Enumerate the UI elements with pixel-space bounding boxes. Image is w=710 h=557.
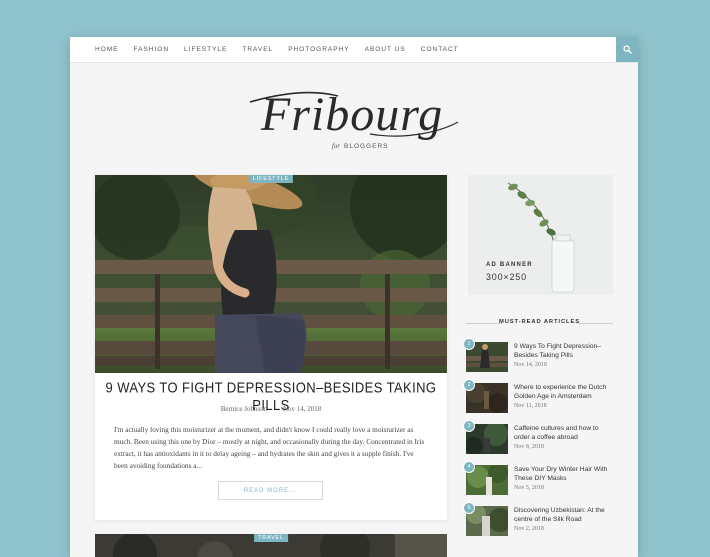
- ad-size: 300×250: [486, 272, 527, 282]
- nav-item-fashion[interactable]: FASHION: [134, 46, 170, 53]
- blog-page: HOME FASHION LIFESTYLE TRAVEL PHOTOGRAPH…: [70, 37, 638, 557]
- article-date: Nov 11, 2018: [514, 403, 547, 409]
- list-item[interactable]: 3 Caffeine cultures and how to order a c…: [463, 420, 616, 454]
- post-image[interactable]: [95, 175, 447, 373]
- list-item[interactable]: 4 Save Your Dry Winter Hair With These D…: [463, 461, 616, 495]
- second-post-category-badge[interactable]: TRAVEL: [254, 534, 288, 542]
- top-navigation: HOME FASHION LIFESTYLE TRAVEL PHOTOGRAPH…: [70, 37, 638, 63]
- ad-banner[interactable]: AD BANNER 300×250: [468, 175, 613, 295]
- list-item[interactable]: 5 Discovering Uzbekistan: At the centre …: [463, 502, 616, 536]
- article-date: Nov 2, 2018: [514, 526, 544, 532]
- article-title[interactable]: Where to experience the Dutch Golden Age…: [514, 383, 614, 401]
- article-title[interactable]: Save Your Dry Winter Hair With These DIY…: [514, 465, 614, 483]
- nav-menu: HOME FASHION LIFESTYLE TRAVEL PHOTOGRAPH…: [95, 37, 474, 62]
- nav-item-contact[interactable]: CONTACT: [421, 46, 459, 53]
- featured-post-card: LIFESTYLE 9 WAYS TO FIGHT DEPRESSION–BES…: [95, 175, 447, 520]
- article-date: Nov 5, 2018: [514, 485, 544, 491]
- site-logo[interactable]: Fribourg for BLOGGERS: [70, 82, 638, 157]
- nav-item-travel[interactable]: TRAVEL: [242, 46, 273, 53]
- logo-title: Fribourg: [260, 88, 443, 141]
- article-number: 1: [463, 338, 475, 350]
- post-date: Nov 14, 2018: [282, 405, 322, 413]
- woman-on-bench-photo: [95, 175, 447, 373]
- second-post-card[interactable]: TRAVEL: [95, 534, 447, 557]
- widget-title: MUST-READ ARTICLES: [498, 319, 581, 325]
- ad-label: AD BANNER: [486, 262, 533, 268]
- article-number: 5: [463, 502, 475, 514]
- article-title[interactable]: Caffeine cultures and how to order a cof…: [514, 424, 614, 442]
- nav-item-home[interactable]: HOME: [95, 46, 119, 53]
- logo-subtitle: BLOGGERS: [344, 143, 388, 150]
- nav-item-about-us[interactable]: ABOUT US: [365, 46, 406, 53]
- must-read-widget-header: MUST-READ ARTICLES: [466, 317, 613, 329]
- post-excerpt: I'm actually loving this moisturizer at …: [114, 425, 425, 470]
- nav-item-photography[interactable]: PHOTOGRAPHY: [288, 46, 349, 53]
- article-date: Nov 14, 2018: [514, 362, 547, 368]
- read-more-button[interactable]: READ MORE...: [218, 481, 323, 500]
- nav-item-lifestyle[interactable]: LIFESTYLE: [184, 46, 227, 53]
- search-button[interactable]: [616, 37, 638, 62]
- article-number: 4: [463, 461, 475, 473]
- article-number: 2: [463, 379, 475, 391]
- article-date: Nov 8, 2018: [514, 444, 544, 450]
- search-icon: [622, 45, 632, 54]
- list-item[interactable]: 2 Where to experience the Dutch Golden A…: [463, 379, 616, 413]
- logo-script: Fribourg for BLOGGERS: [249, 88, 459, 150]
- list-item[interactable]: 1 9 Ways To Fight Depression–Besides Tak…: [463, 338, 616, 372]
- post-meta: Bernice Johnson Nov 14, 2018: [95, 405, 447, 413]
- article-title[interactable]: 9 Ways To Fight Depression–Besides Takin…: [514, 342, 614, 360]
- post-category-badge[interactable]: LIFESTYLE: [248, 175, 294, 183]
- logo-for: for: [332, 142, 340, 150]
- article-number: 3: [463, 420, 475, 432]
- post-author[interactable]: Bernice Johnson: [221, 405, 267, 413]
- article-title[interactable]: Discovering Uzbekistan: At the centre of…: [514, 506, 614, 524]
